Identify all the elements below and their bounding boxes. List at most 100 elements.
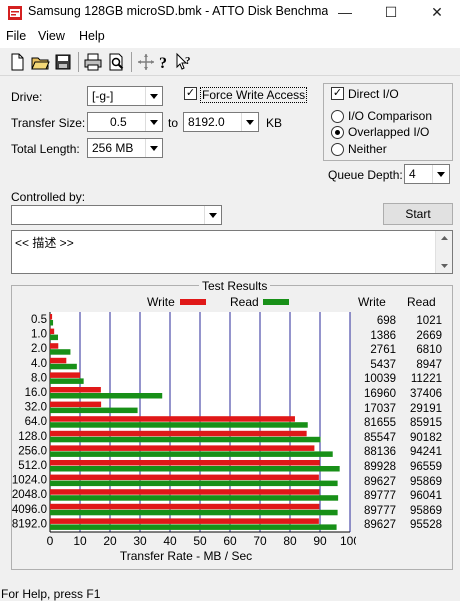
overlapped-io-radio[interactable] [331, 126, 344, 139]
io-comparison-label: I/O Comparison [348, 109, 433, 123]
read-value: 94241 [410, 446, 442, 459]
controlled-by-select[interactable] [11, 205, 222, 225]
scroll-arrows-icon [441, 236, 448, 268]
menu-view[interactable]: View [38, 29, 65, 43]
kb-label: KB [266, 116, 283, 130]
to-label: to [168, 116, 179, 130]
legend-read-label: Read [230, 295, 259, 309]
context-help-icon[interactable]: ? [173, 51, 195, 73]
queue-depth-select[interactable]: 4 [404, 164, 450, 184]
column-header-write: Write [358, 295, 386, 309]
read-value: 11221 [410, 373, 442, 386]
window-title: Samsung 128GB microSD.bmk - ATTO Disk Be… [28, 4, 328, 18]
total-length-select[interactable]: 256 MB [87, 138, 163, 158]
x-tick-label: 100 [340, 534, 356, 548]
write-bar [50, 460, 320, 466]
read-value: 37406 [410, 388, 442, 400]
minimize-button[interactable]: — [322, 0, 368, 26]
x-tick-label: 20 [103, 534, 117, 548]
menu-help[interactable]: Help [79, 29, 105, 43]
transfer-to-value: 8192.0 [188, 115, 225, 129]
transfer-from-value: 0.5 [110, 115, 127, 129]
description-textarea[interactable]: << 描述 >> [11, 230, 453, 274]
y-tick-label: 0.5 [31, 314, 47, 326]
chevron-down-icon [204, 206, 221, 224]
write-value: 89627 [364, 519, 396, 532]
transfer-from-select[interactable]: 0.5 [87, 112, 163, 132]
write-bar [50, 518, 319, 524]
y-tick-label: 1.0 [31, 329, 47, 341]
x-tick-label: 40 [163, 534, 177, 548]
help-icon[interactable]: ? [152, 51, 174, 73]
chevron-down-icon [145, 87, 162, 105]
y-tick-label: 2048.0 [12, 489, 47, 501]
read-bar [50, 466, 340, 472]
toolbar-separator [78, 52, 79, 72]
y-tick-label: 256.0 [18, 445, 47, 457]
neither-label: Neither [348, 142, 387, 156]
transfer-size-label: Transfer Size: [11, 116, 86, 130]
read-bar [50, 349, 71, 355]
menu-file[interactable]: File [6, 29, 26, 43]
write-value: 698 [376, 315, 396, 327]
transfer-to-select[interactable]: 8192.0 [183, 112, 259, 132]
write-value: 5437 [370, 358, 396, 371]
queue-depth-value: 4 [409, 167, 416, 181]
write-value: 89627 [364, 475, 396, 488]
read-value: 96559 [410, 461, 442, 473]
description-text: << 描述 >> [15, 236, 74, 250]
status-text: For Help, press F1 [1, 587, 101, 601]
force-write-label: Force Write Access [200, 87, 308, 103]
maximize-button[interactable]: ☐ [368, 0, 414, 26]
direct-io-checkbox[interactable]: ✓ [331, 87, 344, 100]
write-value: 89777 [364, 490, 396, 503]
y-tick-label: 4.0 [31, 358, 47, 370]
start-button[interactable]: Start [383, 203, 453, 225]
io-comparison-radio[interactable] [331, 110, 344, 123]
read-bar [50, 378, 84, 384]
read-value: 29191 [410, 402, 442, 415]
y-tick-label: 512.0 [18, 460, 47, 472]
write-bar [50, 489, 320, 495]
write-bar [50, 343, 59, 349]
read-bar [50, 422, 308, 428]
write-value: 88136 [364, 446, 396, 459]
legend-read-swatch [263, 299, 289, 305]
drive-label: Drive: [11, 90, 43, 104]
x-tick-label: 60 [223, 534, 237, 548]
print-preview-icon[interactable] [105, 51, 127, 73]
read-bar [50, 320, 54, 326]
chevron-down-icon [145, 113, 162, 131]
write-value: 1386 [370, 329, 396, 342]
read-bar [50, 363, 77, 370]
read-value: 90182 [410, 431, 442, 444]
read-bar [50, 436, 321, 443]
read-value: 2669 [416, 329, 442, 342]
open-folder-icon[interactable] [29, 51, 51, 73]
write-value: 89777 [364, 504, 396, 517]
drive-select[interactable]: [-g-] [87, 86, 163, 106]
write-bar [50, 314, 53, 320]
write-bar [50, 401, 102, 408]
close-button[interactable]: ✕ [414, 0, 460, 26]
results-title: Test Results [199, 279, 271, 293]
controlled-by-label: Controlled by: [11, 190, 86, 204]
read-value: 95869 [410, 504, 442, 517]
print-icon[interactable] [82, 51, 104, 73]
save-icon[interactable] [52, 51, 74, 73]
write-bar [50, 503, 320, 510]
x-tick-label: 80 [283, 534, 297, 548]
new-document-icon[interactable] [6, 51, 28, 73]
queue-depth-label: Queue Depth: [328, 168, 403, 182]
read-value: 96041 [410, 490, 442, 503]
description-scrollbar[interactable] [435, 231, 452, 273]
direct-io-label: Direct I/O [348, 87, 399, 101]
y-tick-label: 8.0 [31, 372, 47, 384]
write-value: 17037 [364, 402, 396, 415]
chevron-down-icon [145, 139, 162, 157]
x-axis-label: Transfer Rate - MB / Sec [120, 549, 252, 563]
overlapped-io-label: Overlapped I/O [348, 125, 430, 139]
force-write-checkbox[interactable]: ✓ [184, 87, 197, 100]
neither-radio[interactable] [331, 143, 344, 156]
write-value: 89928 [364, 461, 396, 473]
